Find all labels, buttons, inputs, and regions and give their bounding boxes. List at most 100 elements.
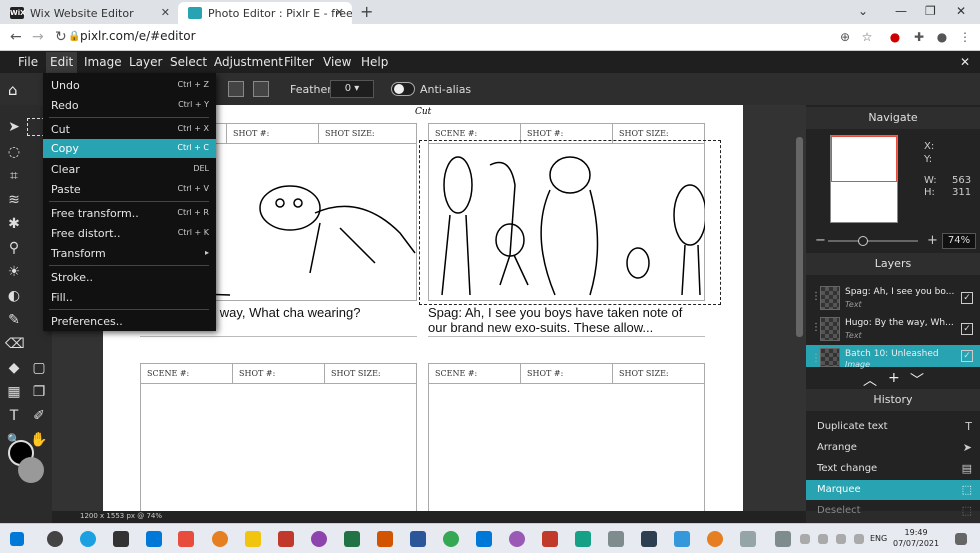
chrome-icon[interactable]	[443, 531, 459, 547]
layer-item[interactable]: ⋮ Hugo: By the way, Wh... Text ✓	[806, 314, 980, 344]
color-replace-tool-icon[interactable]: ◐	[5, 287, 23, 305]
zoom-input[interactable]: 74%	[942, 233, 976, 249]
puzzle-icon[interactable]: ✚	[912, 30, 926, 44]
menu-filter[interactable]: Filter	[284, 55, 314, 69]
history-item[interactable]: Deselect ⬚	[806, 501, 980, 521]
menu-item-cut[interactable]: Cut Ctrl + X	[43, 120, 216, 139]
duplicate-tool-icon[interactable]: ❐	[30, 383, 48, 401]
history-item-selected[interactable]: Marquee ⬚	[806, 480, 980, 500]
system-clock[interactable]: 19:49 07/07/2021	[893, 527, 939, 549]
history-item[interactable]: Text change ▤	[806, 459, 980, 479]
menu-item-free-distort[interactable]: Free distort.. Ctrl + K	[43, 224, 216, 243]
menu-item-redo[interactable]: Redo Ctrl + Y	[43, 96, 216, 115]
menu-file[interactable]: File	[18, 55, 38, 69]
more-icon[interactable]: ⋮	[958, 30, 972, 44]
star-icon[interactable]: ☆	[860, 30, 874, 44]
eyedropper-tool-icon[interactable]: ✐	[30, 407, 48, 425]
app-icon[interactable]	[707, 531, 723, 547]
heal-tool-icon[interactable]: ✱	[5, 215, 23, 233]
app-close-icon[interactable]: ✕	[960, 55, 970, 69]
notifications-icon[interactable]	[955, 533, 967, 545]
history-item[interactable]: Arrange ➤	[806, 438, 980, 458]
player-icon[interactable]	[278, 531, 294, 547]
media-icon[interactable]	[178, 531, 194, 547]
clone-stamp-tool-icon[interactable]: ⚲	[5, 239, 23, 257]
menu-item-paste[interactable]: Paste Ctrl + V	[43, 180, 216, 199]
home-icon[interactable]: ⌂	[8, 81, 18, 99]
selection-add-icon[interactable]	[228, 81, 244, 97]
menu-select[interactable]: Select	[170, 55, 207, 69]
forward-icon[interactable]: →	[32, 29, 44, 45]
dodge-tool-icon[interactable]: ☀	[5, 263, 23, 281]
add-layer-icon[interactable]: +	[888, 370, 900, 386]
app-icon[interactable]	[641, 531, 657, 547]
new-tab-button[interactable]: +	[360, 2, 373, 21]
secondary-color-swatch[interactable]	[18, 457, 44, 483]
crop-tool-icon[interactable]: ⌗	[5, 167, 23, 185]
tab-wix[interactable]: WiX Wix Website Editor ✕	[0, 2, 178, 24]
navigator-thumbnail[interactable]	[830, 135, 898, 223]
back-icon[interactable]: ←	[10, 29, 22, 45]
menu-item-free-transform[interactable]: Free transform.. Ctrl + R	[43, 204, 216, 223]
maximize-icon[interactable]: ❐	[925, 4, 936, 18]
brush-tool-icon[interactable]: ✎	[5, 311, 23, 329]
menu-item-stroke[interactable]: Stroke..	[43, 268, 216, 287]
hand-tool-icon[interactable]: ✋	[30, 431, 48, 449]
selection-subtract-icon[interactable]	[253, 81, 269, 97]
speaker-icon[interactable]	[836, 534, 846, 544]
canvas-scrollbar[interactable]	[796, 137, 803, 337]
menu-item-transform[interactable]: Transform ▸	[43, 244, 216, 263]
zoom-slider-handle[interactable]	[858, 236, 868, 246]
store-icon[interactable]	[146, 531, 162, 547]
image-tool-icon[interactable]: ▦	[5, 383, 23, 401]
antialias-toggle[interactable]	[391, 82, 415, 96]
zoom-slider[interactable]	[828, 236, 918, 246]
tab-search-icon[interactable]: ⌄	[858, 4, 868, 18]
menu-view[interactable]: View	[323, 55, 351, 69]
close-icon[interactable]: ✕	[335, 6, 344, 19]
zoom-in-icon[interactable]: +	[927, 233, 938, 248]
zoom-icon[interactable]: ⊕	[838, 30, 852, 44]
history-item[interactable]: Duplicate text T	[806, 417, 980, 437]
headphones-icon[interactable]	[311, 531, 327, 547]
excel-icon[interactable]	[344, 531, 360, 547]
audio-icon[interactable]	[542, 531, 558, 547]
shape-tool-icon[interactable]: ▢	[30, 359, 48, 377]
lasso-tool-icon[interactable]: ◌	[5, 143, 23, 161]
menu-adjustment[interactable]: Adjustment	[214, 55, 283, 69]
chevron-up-icon[interactable]: ︿	[863, 370, 877, 390]
liquify-tool-icon[interactable]: ≋	[5, 191, 23, 209]
app-icon[interactable]	[377, 531, 393, 547]
menu-image[interactable]: Image	[84, 55, 122, 69]
avatar[interactable]: ●	[935, 30, 949, 44]
minimize-icon[interactable]: —	[895, 4, 907, 18]
search-icon[interactable]	[47, 531, 63, 547]
menu-item-preferences[interactable]: Preferences..	[43, 312, 216, 331]
window-close-icon[interactable]: ✕	[956, 4, 966, 18]
arrange-tool-icon[interactable]: ➤	[5, 118, 23, 136]
history-header[interactable]: History	[806, 389, 980, 411]
extension-icon[interactable]: ●	[888, 30, 902, 44]
word-icon[interactable]	[410, 531, 426, 547]
menu-layer[interactable]: Layer	[129, 55, 162, 69]
eraser-tool-icon[interactable]: ⌫	[5, 335, 25, 353]
text-tool-icon[interactable]: T	[5, 407, 23, 425]
menu-item-copy[interactable]: Copy Ctrl + C	[43, 139, 216, 158]
menu-edit[interactable]: Edit	[46, 52, 78, 73]
app-icon[interactable]	[775, 531, 791, 547]
navigator-viewport[interactable]	[831, 136, 897, 182]
fill-tool-icon[interactable]: ◆	[5, 359, 23, 377]
menu-item-clear[interactable]: Clear DEL	[43, 160, 216, 179]
menu-item-fill[interactable]: Fill..	[43, 288, 216, 307]
network-icon[interactable]	[818, 534, 828, 544]
close-icon[interactable]: ✕	[161, 6, 170, 19]
marquee-selection[interactable]	[419, 140, 721, 305]
layer-visibility-checkbox[interactable]: ✓	[961, 323, 973, 335]
language-indicator[interactable]: ENG	[870, 534, 887, 543]
navigate-header[interactable]: Navigate	[806, 107, 980, 129]
edge-icon[interactable]	[80, 531, 96, 547]
folder-icon[interactable]	[245, 531, 261, 547]
app-icon[interactable]	[674, 531, 690, 547]
windows-start-icon[interactable]	[10, 532, 24, 546]
app-icon[interactable]	[608, 531, 624, 547]
